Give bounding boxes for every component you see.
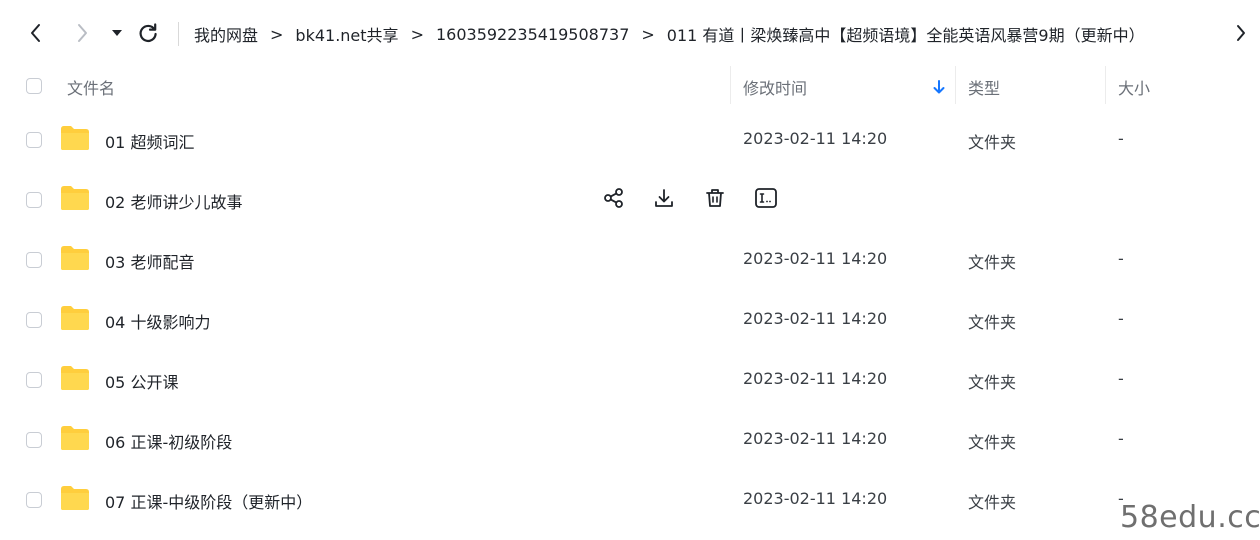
breadcrumb-separator: > [270, 24, 284, 44]
column-separator[interactable] [955, 66, 956, 104]
select-all-checkbox[interactable] [26, 78, 42, 94]
navigation-bar: 我的网盘 > bk41.net共享 > 1603592235419508737 … [0, 0, 1260, 66]
download-icon [655, 189, 673, 207]
table-row[interactable]: 02 老师讲少儿故事 [0, 170, 1260, 230]
folder-icon [61, 186, 89, 210]
file-table-header: 文件名 修改时间 类型 大小 [0, 66, 1260, 108]
caret-down-icon [112, 30, 122, 36]
file-type: 文件夹 [968, 433, 1017, 452]
file-size: - [1118, 429, 1124, 448]
row-checkbox[interactable] [26, 132, 42, 148]
forward-button[interactable] [66, 17, 98, 49]
rename-button[interactable] [752, 184, 780, 212]
watermark: 58edu.cc [1120, 500, 1260, 535]
file-type: 文件夹 [968, 313, 1017, 332]
file-name[interactable]: 05 公开课 [105, 369, 178, 393]
file-size: - [1118, 309, 1124, 328]
breadcrumb-separator: > [641, 24, 655, 44]
breadcrumb-item-shared[interactable]: bk41.net共享 [295, 22, 398, 46]
folder-icon [61, 426, 89, 450]
refresh-button[interactable] [132, 17, 164, 49]
folder-icon [61, 366, 89, 390]
file-type: 文件夹 [968, 253, 1017, 272]
row-checkbox[interactable] [26, 312, 42, 328]
arrow-down-icon[interactable] [932, 79, 946, 95]
file-type: 文件夹 [968, 493, 1017, 512]
modified-time: 2023-02-11 14:20 [743, 489, 888, 508]
modified-time: 2023-02-11 14:20 [743, 129, 888, 148]
table-row[interactable]: 07 正课-中级阶段（更新中） 2023-02-11 14:20 文件夹 - [0, 470, 1260, 530]
row-checkbox[interactable] [26, 372, 42, 388]
folder-icon [61, 486, 89, 510]
file-size: - [1118, 369, 1124, 388]
header-name[interactable]: 文件名 [67, 75, 115, 99]
modified-time: 2023-02-11 14:20 [743, 249, 888, 268]
modified-time: 2023-02-11 14:20 [743, 429, 888, 448]
modified-time: 2023-02-11 14:20 [743, 369, 888, 388]
header-modified[interactable]: 修改时间 [743, 75, 807, 99]
chevron-left-icon [31, 24, 40, 42]
column-separator[interactable] [730, 66, 731, 104]
delete-button[interactable] [701, 184, 729, 212]
file-type: 文件夹 [968, 373, 1017, 392]
share-icon [604, 188, 623, 208]
table-row[interactable]: 05 公开课 2023-02-11 14:20 文件夹 - [0, 350, 1260, 410]
file-name[interactable]: 06 正课-初级阶段 [105, 429, 232, 453]
file-name[interactable]: 02 老师讲少儿故事 [105, 189, 242, 213]
row-checkbox[interactable] [26, 252, 42, 268]
modified-time: 2023-02-11 14:20 [743, 309, 888, 328]
breadcrumb-item-current[interactable]: 011 有道丨梁焕臻高中【超频语境】全能英语风暴营9期（更新中） [667, 22, 1145, 46]
history-dropdown-button[interactable] [101, 17, 133, 49]
download-button[interactable] [650, 184, 678, 212]
breadcrumb-item-id-folder[interactable]: 1603592235419508737 [436, 25, 629, 44]
row-checkbox[interactable] [26, 192, 42, 208]
chevron-right-icon [1237, 25, 1245, 41]
folder-icon [61, 126, 89, 150]
back-button[interactable] [20, 17, 52, 49]
toolbar-divider [178, 22, 179, 46]
table-row[interactable]: 01 超频词汇 2023-02-11 14:20 文件夹 - [0, 110, 1260, 170]
file-name[interactable]: 07 正课-中级阶段（更新中） [105, 489, 312, 513]
folder-icon [61, 246, 89, 270]
file-name[interactable]: 04 十级影响力 [105, 309, 210, 333]
breadcrumb-separator: > [410, 24, 424, 44]
file-name[interactable]: 01 超频词汇 [105, 129, 194, 153]
file-type: 文件夹 [968, 133, 1017, 152]
table-row[interactable]: 03 老师配音 2023-02-11 14:20 文件夹 - [0, 230, 1260, 290]
refresh-icon [139, 23, 157, 43]
file-name[interactable]: 03 老师配音 [105, 249, 194, 273]
chevron-right-icon [78, 24, 87, 42]
column-separator[interactable] [1105, 66, 1106, 104]
folder-icon [61, 306, 89, 330]
row-checkbox[interactable] [26, 432, 42, 448]
rename-icon [755, 188, 777, 208]
table-row[interactable]: 06 正课-初级阶段 2023-02-11 14:20 文件夹 - [0, 410, 1260, 470]
header-type[interactable]: 类型 [968, 75, 1000, 99]
breadcrumb-more-button[interactable] [1226, 17, 1256, 49]
file-size: - [1118, 249, 1124, 268]
header-size[interactable]: 大小 [1118, 75, 1150, 99]
breadcrumb: 我的网盘 > bk41.net共享 > 1603592235419508737 … [194, 21, 1145, 47]
share-button[interactable] [600, 184, 628, 212]
breadcrumb-item-my-drive[interactable]: 我的网盘 [194, 22, 258, 46]
table-row[interactable]: 04 十级影响力 2023-02-11 14:20 文件夹 - [0, 290, 1260, 350]
file-size: - [1118, 129, 1124, 148]
row-checkbox[interactable] [26, 492, 42, 508]
delete-icon [706, 189, 724, 207]
